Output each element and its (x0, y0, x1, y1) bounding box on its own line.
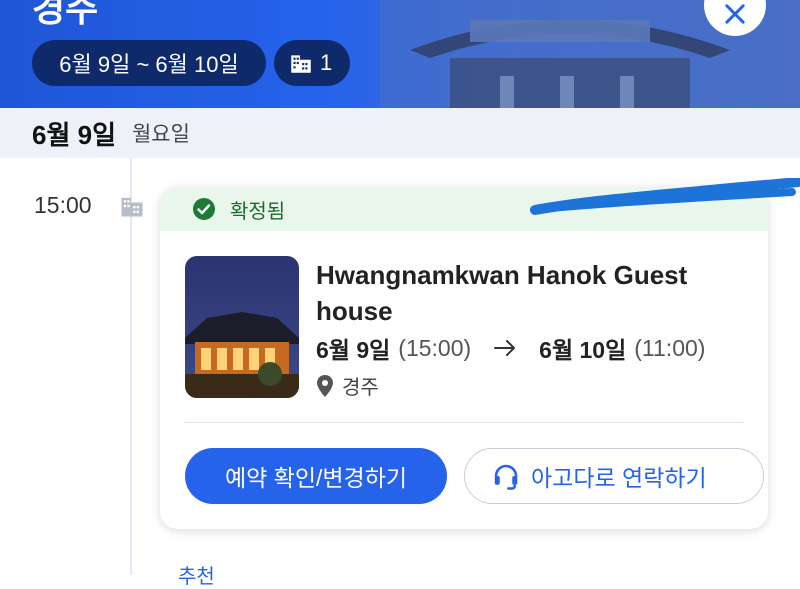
headset-icon (494, 464, 518, 490)
check-circle-icon (193, 198, 215, 220)
close-icon (725, 4, 745, 24)
status-text: 확정됨 (230, 200, 286, 223)
arrow-right-icon (494, 340, 516, 356)
time-label: 15:00 (34, 192, 92, 218)
trip-header: 경주 6월 9일 ~ 6월 10일 1 (0, 0, 800, 108)
day-header: 6월 9일 월요일 (0, 108, 800, 158)
divider (185, 422, 743, 423)
rooms-chip[interactable]: 1 (274, 40, 350, 86)
location-text: 경주 (342, 377, 379, 399)
contact-label: 아고다로 연락하기 (531, 465, 707, 491)
day-date: 6월 9일 (32, 119, 116, 150)
building-icon (291, 55, 311, 73)
hanok-image (185, 256, 299, 398)
timeline-line (130, 158, 132, 575)
location-pin-icon (317, 374, 333, 397)
booking-card[interactable]: 확정됨 Hwangnamkwan Hanok Guest house 6월 9일 (160, 187, 768, 529)
date-range-chip[interactable]: 6월 9일 ~ 6월 10일 (32, 40, 266, 86)
checkin-date: 6월 9일 (316, 337, 391, 363)
day-weekday: 월요일 (131, 123, 190, 146)
checkout-date: 6월 10일 (539, 337, 627, 363)
building-icon (121, 197, 143, 217)
location-row: 경주 (316, 371, 379, 400)
manage-booking-button[interactable]: 예약 확인/변경하기 (185, 448, 447, 504)
checkin-time: (15:00) (398, 334, 472, 361)
hotel-thumbnail[interactable] (185, 256, 299, 398)
contact-agoda-button[interactable]: 아고다로 연락하기 (464, 448, 764, 504)
hotel-name[interactable]: Hwangnamkwan Hanok Guest house (316, 257, 756, 329)
checkout-time: (11:00) (634, 334, 706, 361)
rooms-count: 1 (320, 50, 333, 75)
redaction-scribble (530, 178, 800, 215)
stay-dates: 6월 9일 (15:00) 6월 10일 (11:00) (316, 331, 705, 365)
pavilion-photo (380, 0, 760, 108)
city-title: 경주 (32, 0, 99, 29)
